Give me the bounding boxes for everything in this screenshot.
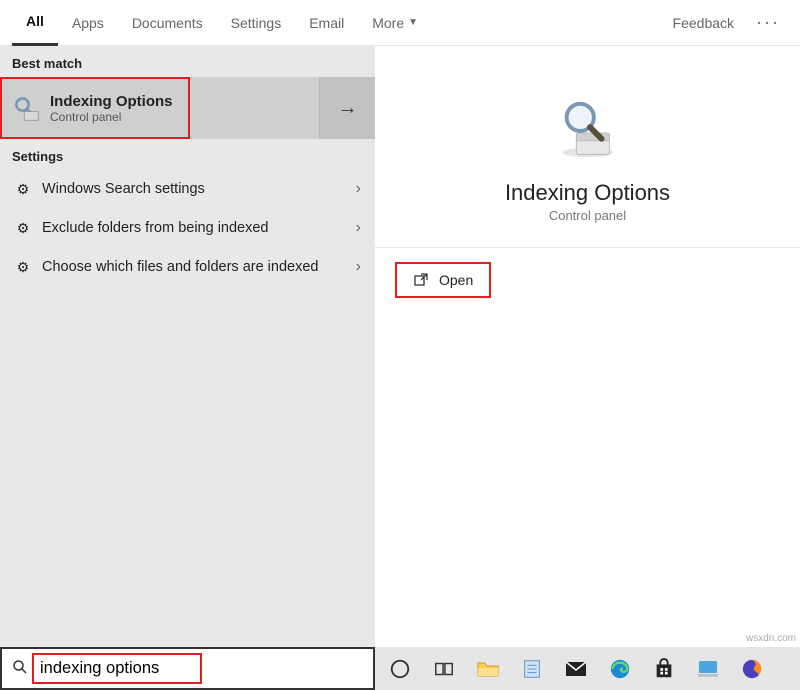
surface-icon[interactable] <box>695 656 721 682</box>
edge-icon[interactable] <box>607 656 633 682</box>
taskbar <box>375 647 800 690</box>
feedback-link[interactable]: Feedback <box>659 15 748 31</box>
search-input[interactable] <box>32 653 202 684</box>
setting-label: Windows Search settings <box>42 180 361 199</box>
tab-settings[interactable]: Settings <box>217 0 296 46</box>
firefox-icon[interactable] <box>739 656 765 682</box>
open-label: Open <box>439 272 473 288</box>
open-icon <box>413 272 429 288</box>
cortana-circle-icon[interactable] <box>387 656 413 682</box>
setting-label: Exclude folders from being indexed <box>42 219 361 238</box>
task-view-icon[interactable] <box>431 656 457 682</box>
filter-tabs: All Apps Documents Settings Email More▼ … <box>0 0 800 46</box>
more-menu-icon[interactable]: ··· <box>748 12 788 33</box>
setting-windows-search[interactable]: ⚙ Windows Search settings › <box>4 170 371 209</box>
results-panel: Best match Indexing Options Control pane… <box>0 46 375 647</box>
expand-arrow-icon[interactable]: → <box>319 77 375 139</box>
tab-email[interactable]: Email <box>295 0 358 46</box>
tab-documents[interactable]: Documents <box>118 0 217 46</box>
magnifier-folder-icon <box>12 94 40 122</box>
best-match-header: Best match <box>0 46 375 77</box>
preview-panel: Indexing Options Control panel Open <box>375 46 800 647</box>
watermark: wsxdn.com <box>742 631 800 646</box>
preview-title: Indexing Options <box>505 180 670 206</box>
tab-all[interactable]: All <box>12 0 58 46</box>
best-match-subtitle: Control panel <box>50 110 173 124</box>
best-match-result[interactable]: Indexing Options Control panel → <box>0 77 375 139</box>
best-match-title: Indexing Options <box>50 93 173 110</box>
notepad-icon[interactable] <box>519 656 545 682</box>
tab-more[interactable]: More▼ <box>358 0 432 46</box>
mail-icon[interactable] <box>563 656 589 682</box>
magnifier-folder-icon <box>553 96 623 166</box>
divider <box>375 247 800 248</box>
search-box[interactable] <box>0 647 375 690</box>
gear-icon: ⚙ <box>14 220 32 237</box>
file-explorer-icon[interactable] <box>475 656 501 682</box>
open-button[interactable]: Open <box>395 262 491 298</box>
tab-apps[interactable]: Apps <box>58 0 118 46</box>
chevron-right-icon: › <box>356 219 361 237</box>
chevron-down-icon: ▼ <box>408 17 418 28</box>
settings-header: Settings <box>0 139 375 170</box>
setting-label: Choose which files and folders are index… <box>42 258 361 277</box>
chevron-right-icon: › <box>356 180 361 198</box>
gear-icon: ⚙ <box>14 259 32 276</box>
search-icon <box>10 659 30 678</box>
setting-exclude-folders[interactable]: ⚙ Exclude folders from being indexed › <box>4 209 371 248</box>
gear-icon: ⚙ <box>14 181 32 198</box>
setting-choose-files[interactable]: ⚙ Choose which files and folders are ind… <box>4 248 371 287</box>
store-icon[interactable] <box>651 656 677 682</box>
preview-subtitle: Control panel <box>549 208 626 223</box>
chevron-right-icon: › <box>356 258 361 276</box>
